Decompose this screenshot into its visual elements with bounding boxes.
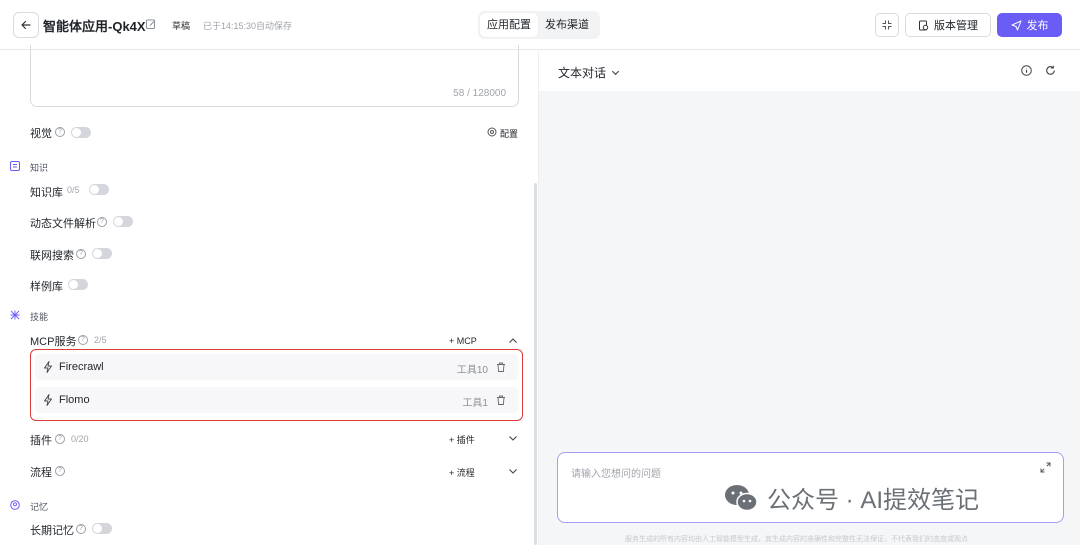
chat-header: 文本对话 <box>539 51 1080 91</box>
version-label: 版本管理 <box>934 20 978 32</box>
refresh-icon[interactable] <box>1045 65 1056 76</box>
knowledge-base-count: 0/5 <box>67 185 80 195</box>
chat-preview-panel: 文本对话 请输入您想问的问题 服务生成的所有内容均由人工智能模型生成，其生成内容… <box>538 51 1080 545</box>
scrollbar[interactable] <box>534 183 537 545</box>
publish-button[interactable]: 发布 <box>997 13 1062 37</box>
chevron-down-icon[interactable] <box>508 433 518 443</box>
mcp-item-firecrawl[interactable]: Firecrawl 工具10 <box>35 354 518 380</box>
long-memory-label: 长期记忆 <box>30 525 74 537</box>
mcp-item-name: Flomo <box>59 394 90 406</box>
chat-input-placeholder: 请输入您想问的问题 <box>571 469 661 480</box>
chevron-up-icon[interactable] <box>508 336 518 346</box>
add-mcp-label: MCP <box>456 336 477 346</box>
chat-mode-label: 文本对话 <box>558 66 607 80</box>
skills-section-title: 技能 <box>30 312 49 322</box>
memory-icon <box>10 500 20 510</box>
version-management-button[interactable]: 版本管理 <box>905 13 991 37</box>
tab-publish-channel[interactable]: 发布渠道 <box>538 13 596 37</box>
help-icon[interactable]: ? <box>55 127 65 137</box>
add-mcp-button[interactable]: + MCP <box>449 336 477 346</box>
mcp-item-tools: 工具1 <box>462 398 488 409</box>
send-icon <box>1011 20 1021 30</box>
chevron-down-icon[interactable] <box>508 466 518 476</box>
mcp-list: Firecrawl 工具10 Flomo 工具1 <box>30 349 523 421</box>
long-memory-toggle[interactable] <box>92 523 112 534</box>
mcp-item-name: Firecrawl <box>59 361 104 373</box>
add-flow-label: 流程 <box>456 468 475 478</box>
collapse-button[interactable] <box>875 13 899 37</box>
example-lib-toggle[interactable] <box>68 279 88 290</box>
add-plugin-label: 插件 <box>456 435 475 445</box>
plus-icon: + <box>449 336 457 346</box>
app-title: 智能体应用-Qk4X <box>43 19 146 34</box>
dynamic-file-toggle[interactable] <box>113 216 133 227</box>
knowledge-base-label: 知识库 <box>30 187 63 199</box>
top-bar: 智能体应用-Qk4X 草稿 已于14:15:30自动保存 应用配置 发布渠道 版… <box>0 0 1080 50</box>
help-icon[interactable]: ? <box>78 335 88 345</box>
char-count: 58 / 128000 <box>453 88 506 99</box>
mcp-item-tools: 工具10 <box>456 365 488 376</box>
disclaimer-text: 服务生成的所有内容均由人工智能模型生成，其生成内容的准确性和完整性无法保证，不代… <box>625 536 968 543</box>
help-icon[interactable]: ? <box>76 249 86 259</box>
chevron-down-icon <box>611 70 620 76</box>
knowledge-section-title: 知识 <box>30 163 49 173</box>
info-icon[interactable] <box>1021 65 1032 76</box>
arrow-left-icon <box>21 20 31 30</box>
knowledge-base-toggle[interactable] <box>89 184 109 195</box>
vision-toggle[interactable] <box>71 127 91 138</box>
skills-icon <box>10 310 20 320</box>
mcp-label: MCP服务 <box>30 336 77 348</box>
knowledge-icon <box>10 161 20 171</box>
collapse-icon <box>882 20 892 30</box>
edit-icon[interactable] <box>145 18 157 30</box>
plugins-count: 0/20 <box>71 434 89 444</box>
version-icon <box>919 20 929 30</box>
example-lib-label: 样例库 <box>30 281 63 293</box>
trash-icon[interactable] <box>496 362 506 372</box>
bolt-icon <box>44 394 52 406</box>
chat-mode-select[interactable]: 文本对话 <box>558 64 620 81</box>
mcp-count: 2/5 <box>94 335 107 345</box>
gear-icon[interactable] <box>487 127 497 137</box>
wechat-icon <box>725 484 758 511</box>
help-icon[interactable]: ? <box>76 524 86 534</box>
help-icon[interactable]: ? <box>97 217 107 227</box>
vision-label: 视觉 <box>30 128 52 140</box>
plus-icon: + <box>449 468 457 478</box>
tab-app-config[interactable]: 应用配置 <box>480 13 538 37</box>
flows-label: 流程 <box>30 467 52 479</box>
add-flow-button[interactable]: + 流程 <box>449 466 475 479</box>
publish-label: 发布 <box>1026 20 1049 32</box>
plugins-label: 插件 <box>30 435 52 447</box>
draft-badge: 草稿 <box>172 21 191 31</box>
help-icon[interactable]: ? <box>55 466 65 476</box>
config-tabs: 应用配置 发布渠道 <box>478 11 600 39</box>
back-button[interactable] <box>13 12 39 38</box>
expand-icon[interactable] <box>1040 462 1051 473</box>
watermark-text: 公众号 · AI提效笔记 <box>767 487 980 514</box>
bolt-icon <box>44 361 52 373</box>
memory-section-title: 记忆 <box>30 502 49 512</box>
dynamic-file-label: 动态文件解析 <box>30 218 96 230</box>
add-plugin-button[interactable]: + 插件 <box>449 433 475 446</box>
web-search-label: 联网搜索 <box>30 250 74 262</box>
autosave-status: 已于14:15:30自动保存 <box>203 21 293 31</box>
prompt-textarea[interactable]: 58 / 128000 <box>30 45 519 107</box>
plus-icon: + <box>449 435 457 445</box>
watermark: 公众号 · AI提效笔记 <box>723 480 979 515</box>
vision-config-button[interactable]: 配置 <box>500 127 518 140</box>
config-panel: 58 / 128000 视觉 ? 配置 知识 知识库 0/5 动态文件解析 ? … <box>0 45 538 545</box>
web-search-toggle[interactable] <box>92 248 112 259</box>
help-icon[interactable]: ? <box>55 434 65 444</box>
trash-icon[interactable] <box>496 395 506 405</box>
mcp-item-flomo[interactable]: Flomo 工具1 <box>35 387 518 413</box>
